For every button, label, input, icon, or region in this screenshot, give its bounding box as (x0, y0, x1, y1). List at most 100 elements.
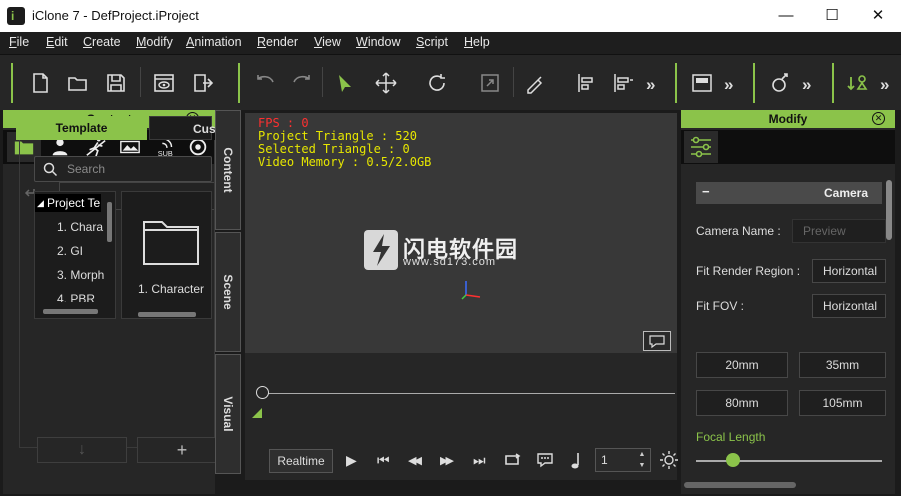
save-icon[interactable] (104, 71, 128, 95)
toolbar-more-chevron[interactable]: » (646, 75, 655, 95)
minimize-button[interactable]: — (763, 0, 809, 32)
undo-icon[interactable] (254, 71, 278, 95)
subtitle-icon[interactable] (535, 451, 555, 469)
camera-section-header[interactable]: − Camera (696, 182, 882, 204)
modify-scrollbar[interactable] (886, 180, 892, 240)
add-button[interactable]: + (137, 437, 227, 463)
last-frame-button[interactable]: ⏭ (473, 452, 486, 469)
timeline-playhead[interactable] (256, 386, 269, 399)
modify-settings-tab[interactable] (684, 131, 718, 163)
modify-panel-header: Modify ✕ (681, 110, 895, 128)
toolbar-grip (11, 63, 13, 103)
brush-icon[interactable] (523, 71, 547, 95)
camera-section-title: Camera (824, 186, 869, 200)
template-thumbnail[interactable]: 1. Character (121, 191, 212, 319)
lens-20mm-button[interactable]: 20mm (696, 352, 788, 378)
lens-80mm-button[interactable]: 80mm (696, 390, 788, 416)
menu-render[interactable]: Render (257, 35, 298, 49)
align-left-icon[interactable] (575, 71, 599, 95)
tree-scrollbar[interactable] (107, 202, 112, 242)
loop-icon[interactable] (503, 451, 523, 469)
side-tab-content[interactable]: Content (215, 110, 241, 230)
menu-view[interactable]: View (314, 35, 341, 49)
menu-modify[interactable]: Modify (136, 35, 173, 49)
fit-render-region-select[interactable]: Horizontal (812, 259, 886, 283)
tree-item[interactable]: 1. Chara (57, 220, 103, 234)
collapse-icon[interactable]: − (702, 184, 710, 199)
timeline-area (245, 353, 677, 445)
tab-template[interactable]: Template (16, 116, 147, 140)
menu-window[interactable]: Window (356, 35, 400, 49)
watermark-logo (364, 230, 398, 270)
tab-custom[interactable]: Cus (149, 116, 216, 140)
frame-stepper[interactable]: ▲ ▼ (636, 449, 648, 471)
distribute-icon[interactable] (611, 71, 635, 95)
lens-105mm-button[interactable]: 105mm (799, 390, 886, 416)
folder-tree[interactable]: ◢ Project Te 1. Chara 2. GI 3. Morph 4. … (34, 191, 116, 319)
tree-item[interactable]: 3. Morph (57, 268, 104, 282)
lens-35mm-button[interactable]: 35mm (799, 352, 886, 378)
next-frame-button[interactable]: ▶▶ (440, 454, 454, 467)
previous-frame-button[interactable]: ◀◀ (408, 454, 422, 467)
play-button[interactable]: ▶ (346, 452, 357, 469)
physics-icon[interactable] (846, 71, 870, 95)
download-button[interactable]: ↓ (37, 437, 127, 463)
fit-fov-label: Fit FOV : (696, 299, 744, 313)
selected-triangle-readout: Selected Triangle : 0 (258, 142, 410, 156)
new-file-icon[interactable] (28, 71, 52, 95)
focal-length-slider[interactable] (696, 460, 882, 462)
video-memory-readout: Video Memory : 0.5/2.0GB (258, 155, 432, 169)
fit-fov-select[interactable]: Horizontal (812, 294, 886, 318)
menu-help[interactable]: Help (464, 35, 490, 49)
tree-item[interactable]: 2. GI (57, 244, 83, 258)
menu-file[interactable]: File (9, 35, 29, 49)
camera-rig-icon[interactable] (768, 71, 792, 95)
modify-hscrollbar[interactable] (684, 482, 796, 488)
thumb-hscrollbar[interactable] (138, 312, 196, 317)
brightness-icon[interactable] (659, 450, 679, 470)
toolbar-more-chevron-3[interactable]: » (802, 75, 811, 95)
project-triangle-readout: Project Triangle : 520 (258, 129, 417, 143)
maximize-button[interactable]: ☐ (809, 0, 855, 32)
camera-name-label: Camera Name : (696, 224, 781, 238)
tree-hscrollbar[interactable] (43, 309, 98, 314)
menu-script[interactable]: Script (416, 35, 448, 49)
menu-animation[interactable]: Animation (186, 35, 242, 49)
watermark-url: www.sd173.com (403, 256, 497, 268)
redo-icon[interactable] (289, 71, 313, 95)
first-frame-button[interactable]: ⏮ (377, 452, 390, 469)
focal-length-label: Focal Length (696, 430, 766, 444)
main-toolbar: » » » » (0, 54, 901, 110)
scale-icon[interactable] (478, 71, 502, 95)
preview-icon[interactable] (152, 71, 176, 95)
menu-edit[interactable]: Edit (46, 35, 68, 49)
open-folder-icon[interactable] (66, 71, 90, 95)
tree-item-project-template[interactable]: ◢ Project Te (35, 194, 101, 212)
side-tab-visual[interactable]: Visual (215, 354, 241, 474)
search-input[interactable]: Search (34, 156, 212, 182)
realtime-button[interactable]: Realtime (269, 449, 333, 473)
move-icon[interactable] (374, 71, 398, 95)
camera-name-field[interactable]: Preview (792, 219, 886, 243)
fit-render-region-label: Fit Render Region : (696, 264, 801, 278)
rotate-icon[interactable] (425, 71, 449, 95)
close-button[interactable]: ✕ (855, 0, 901, 32)
select-arrow-icon[interactable] (334, 71, 358, 95)
layout-icon[interactable] (690, 71, 714, 95)
music-note-icon[interactable] (570, 451, 584, 471)
app-icon: i (7, 7, 25, 25)
timeline-track[interactable] (262, 393, 675, 394)
comment-icon[interactable] (643, 331, 671, 351)
toolbar-more-chevron-4[interactable]: » (880, 75, 889, 95)
export-icon[interactable] (191, 71, 215, 95)
toolbar-more-chevron-2[interactable]: » (724, 75, 733, 95)
menu-create[interactable]: Create (83, 35, 121, 49)
expand-triangle-icon: ◢ (37, 198, 44, 208)
timeline-corner-icon (252, 408, 262, 418)
side-tab-scene[interactable]: Scene (215, 232, 241, 352)
folder-thumbnail-icon (143, 221, 199, 265)
tree-item[interactable]: 4. PBR (57, 292, 95, 302)
window-title: iClone 7 - DefProject.iProject (32, 8, 199, 23)
fps-readout: FPS : 0 (258, 116, 309, 130)
modify-panel-close-icon[interactable]: ✕ (872, 112, 885, 125)
